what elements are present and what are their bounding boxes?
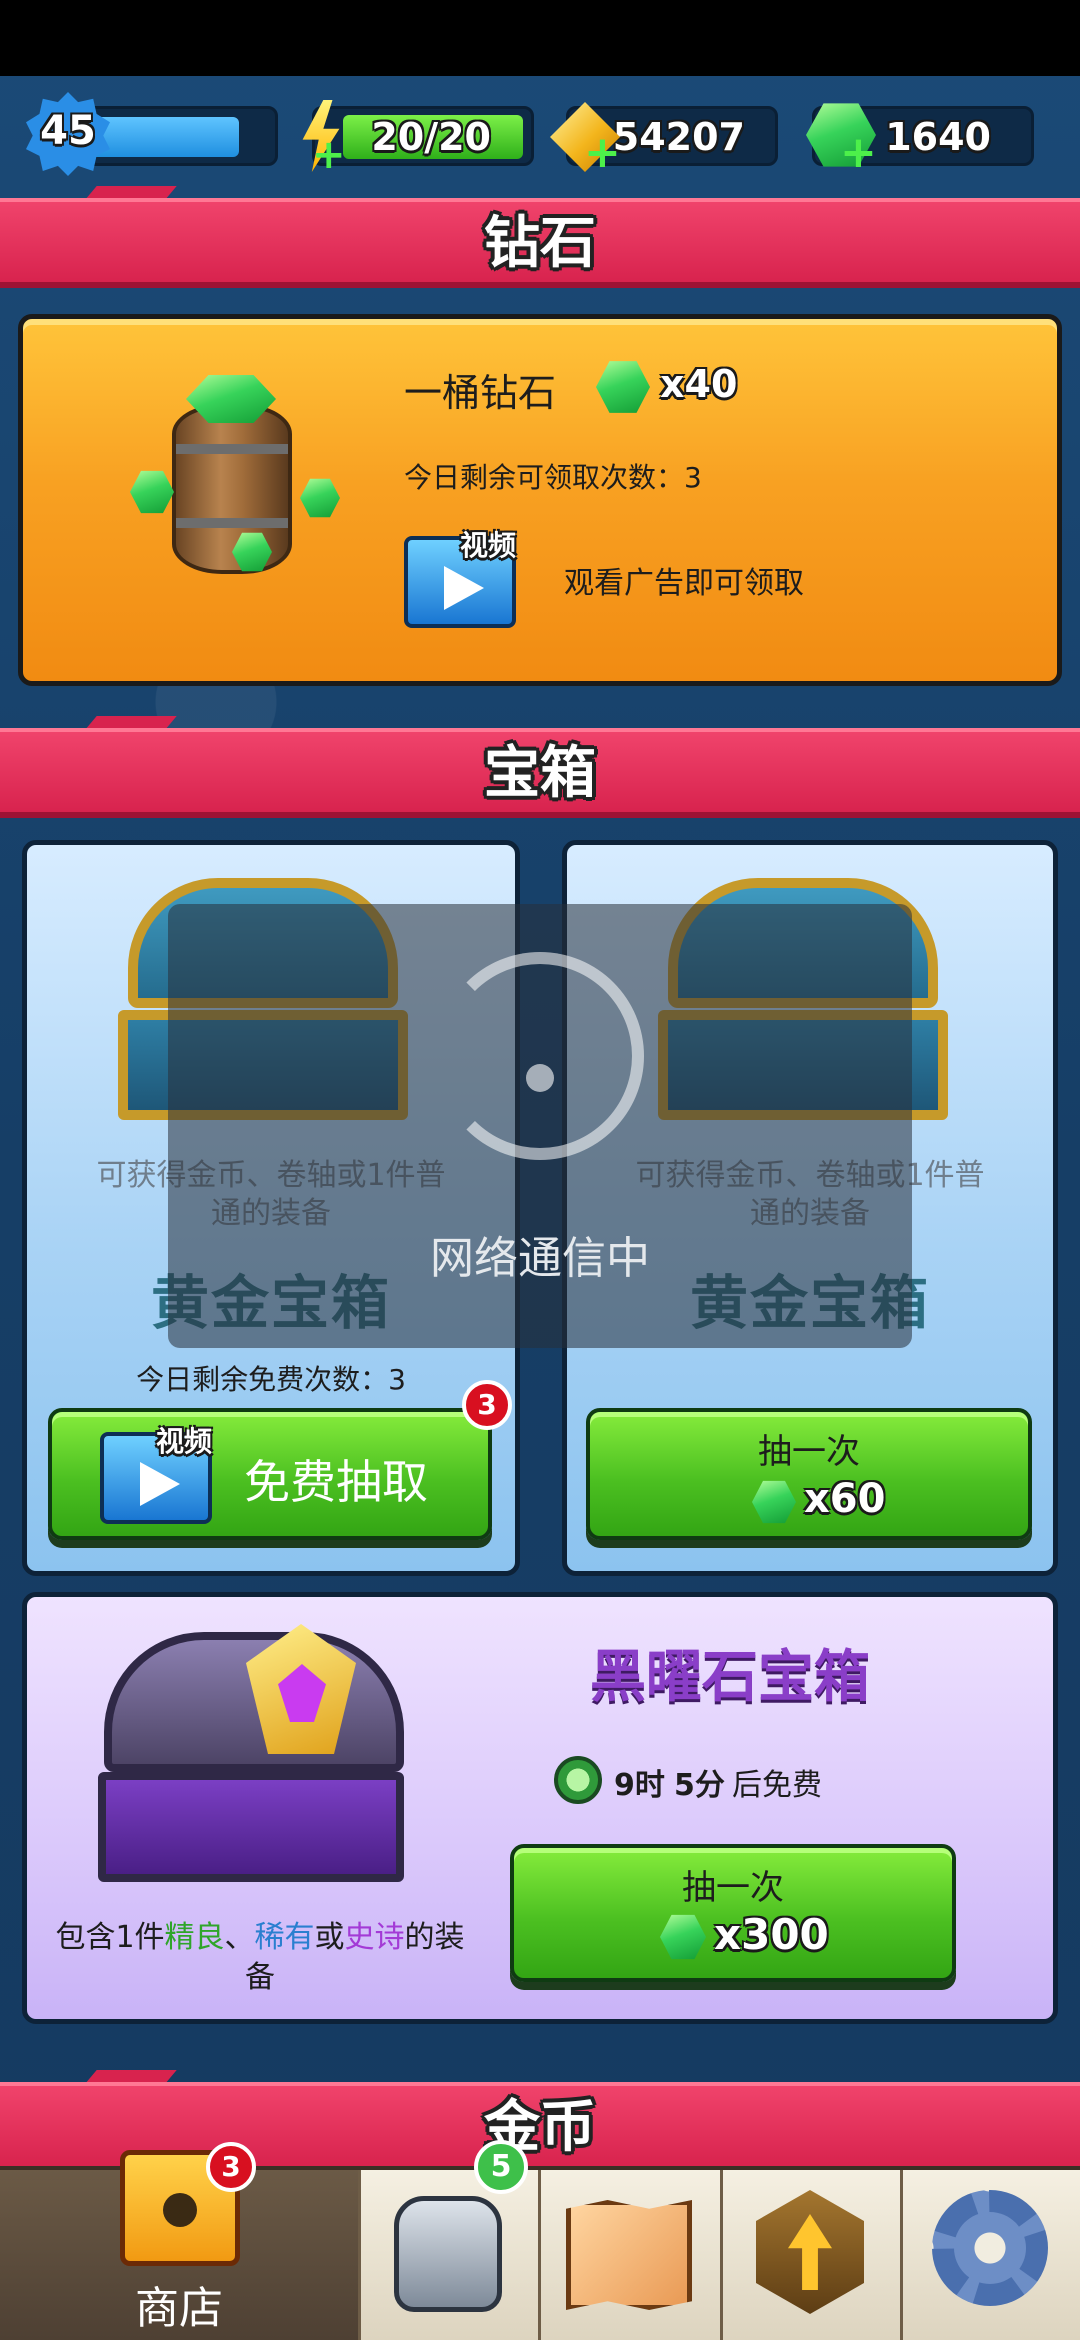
notification-badge: 3 <box>462 1380 512 1430</box>
section-banner-diamonds: 钻石 <box>0 198 1080 288</box>
desc-prefix: 包含1件 <box>55 1920 165 1955</box>
desc-or: 或 <box>314 1920 345 1955</box>
draw-price: x60 <box>804 1476 886 1522</box>
obsidian-chest-name: 黑曜石宝箱 <box>590 1645 870 1710</box>
gem-barrel-icon <box>172 404 292 574</box>
shop-badge: 3 <box>206 2142 256 2192</box>
obsidian-draw-price: x300 <box>714 1910 829 1959</box>
gem-value: 1640 <box>885 115 991 159</box>
armor-icon <box>394 2196 502 2312</box>
timer-suffix: 后免费 <box>732 1768 822 1803</box>
timer-minutes: 5分 <box>674 1768 725 1803</box>
wifi-dot-icon <box>526 1064 554 1092</box>
loading-spinner-icon <box>436 952 644 1160</box>
diamond-offer-remaining: 今日剩余可领取次数：3 <box>404 461 702 494</box>
xp-fill <box>89 117 239 157</box>
desc-epic: 史诗 <box>344 1920 405 1955</box>
video-tag: 视频 <box>156 1425 213 1458</box>
obsidian-draw-label: 抽一次 <box>682 1868 784 1908</box>
status-bar <box>0 0 1080 76</box>
play-icon <box>444 566 484 610</box>
shop-label: 商店 <box>135 2283 223 2334</box>
section-title: 钻石 <box>484 211 596 276</box>
gold-value: 54207 <box>612 115 745 159</box>
lock-icon <box>163 2193 197 2227</box>
diamond-offer-amount: x40 <box>660 362 738 406</box>
video-tag: 视频 <box>460 529 517 562</box>
obsidian-chest-lid-icon <box>104 1632 404 1772</box>
add-energy-icon[interactable]: + <box>312 135 346 175</box>
add-gem-icon[interactable]: + <box>840 131 877 175</box>
obsidian-chest-body-icon <box>98 1772 404 1882</box>
equipment-badge: 5 <box>474 2140 528 2194</box>
draw-once-label: 抽一次 <box>758 1432 860 1472</box>
watch-ad-text: 观看广告即可领取 <box>564 566 804 601</box>
level-number: 45 <box>40 108 96 154</box>
free-remaining: 今日剩余免费次数：3 <box>136 1363 406 1396</box>
gear-icon <box>932 2190 1048 2306</box>
diamond-offer-title: 一桶钻石 <box>404 371 557 415</box>
section-title: 宝箱 <box>484 741 596 806</box>
free-draw-label: 免费抽取 <box>244 1455 428 1509</box>
section-banner-chests: 宝箱 <box>0 728 1080 818</box>
desc-sep: 、 <box>224 1920 255 1955</box>
obsidian-desc: 包含1件精良、稀有或史诗的装 备 <box>22 1918 498 1998</box>
play-icon <box>140 1462 180 1506</box>
desc-rare: 稀有 <box>254 1920 315 1955</box>
timer-icon <box>554 1756 602 1804</box>
timer-hours: 9时 <box>614 1768 665 1803</box>
energy-value: 20/20 <box>371 115 491 159</box>
desc-suffix: 的装 <box>404 1920 465 1955</box>
add-gold-icon[interactable]: + <box>584 131 621 175</box>
desc-fine: 精良 <box>164 1920 225 1955</box>
map-icon <box>566 2200 692 2310</box>
desc-line2: 备 <box>245 1960 275 1995</box>
loading-text: 网络通信中 <box>430 1233 650 1284</box>
